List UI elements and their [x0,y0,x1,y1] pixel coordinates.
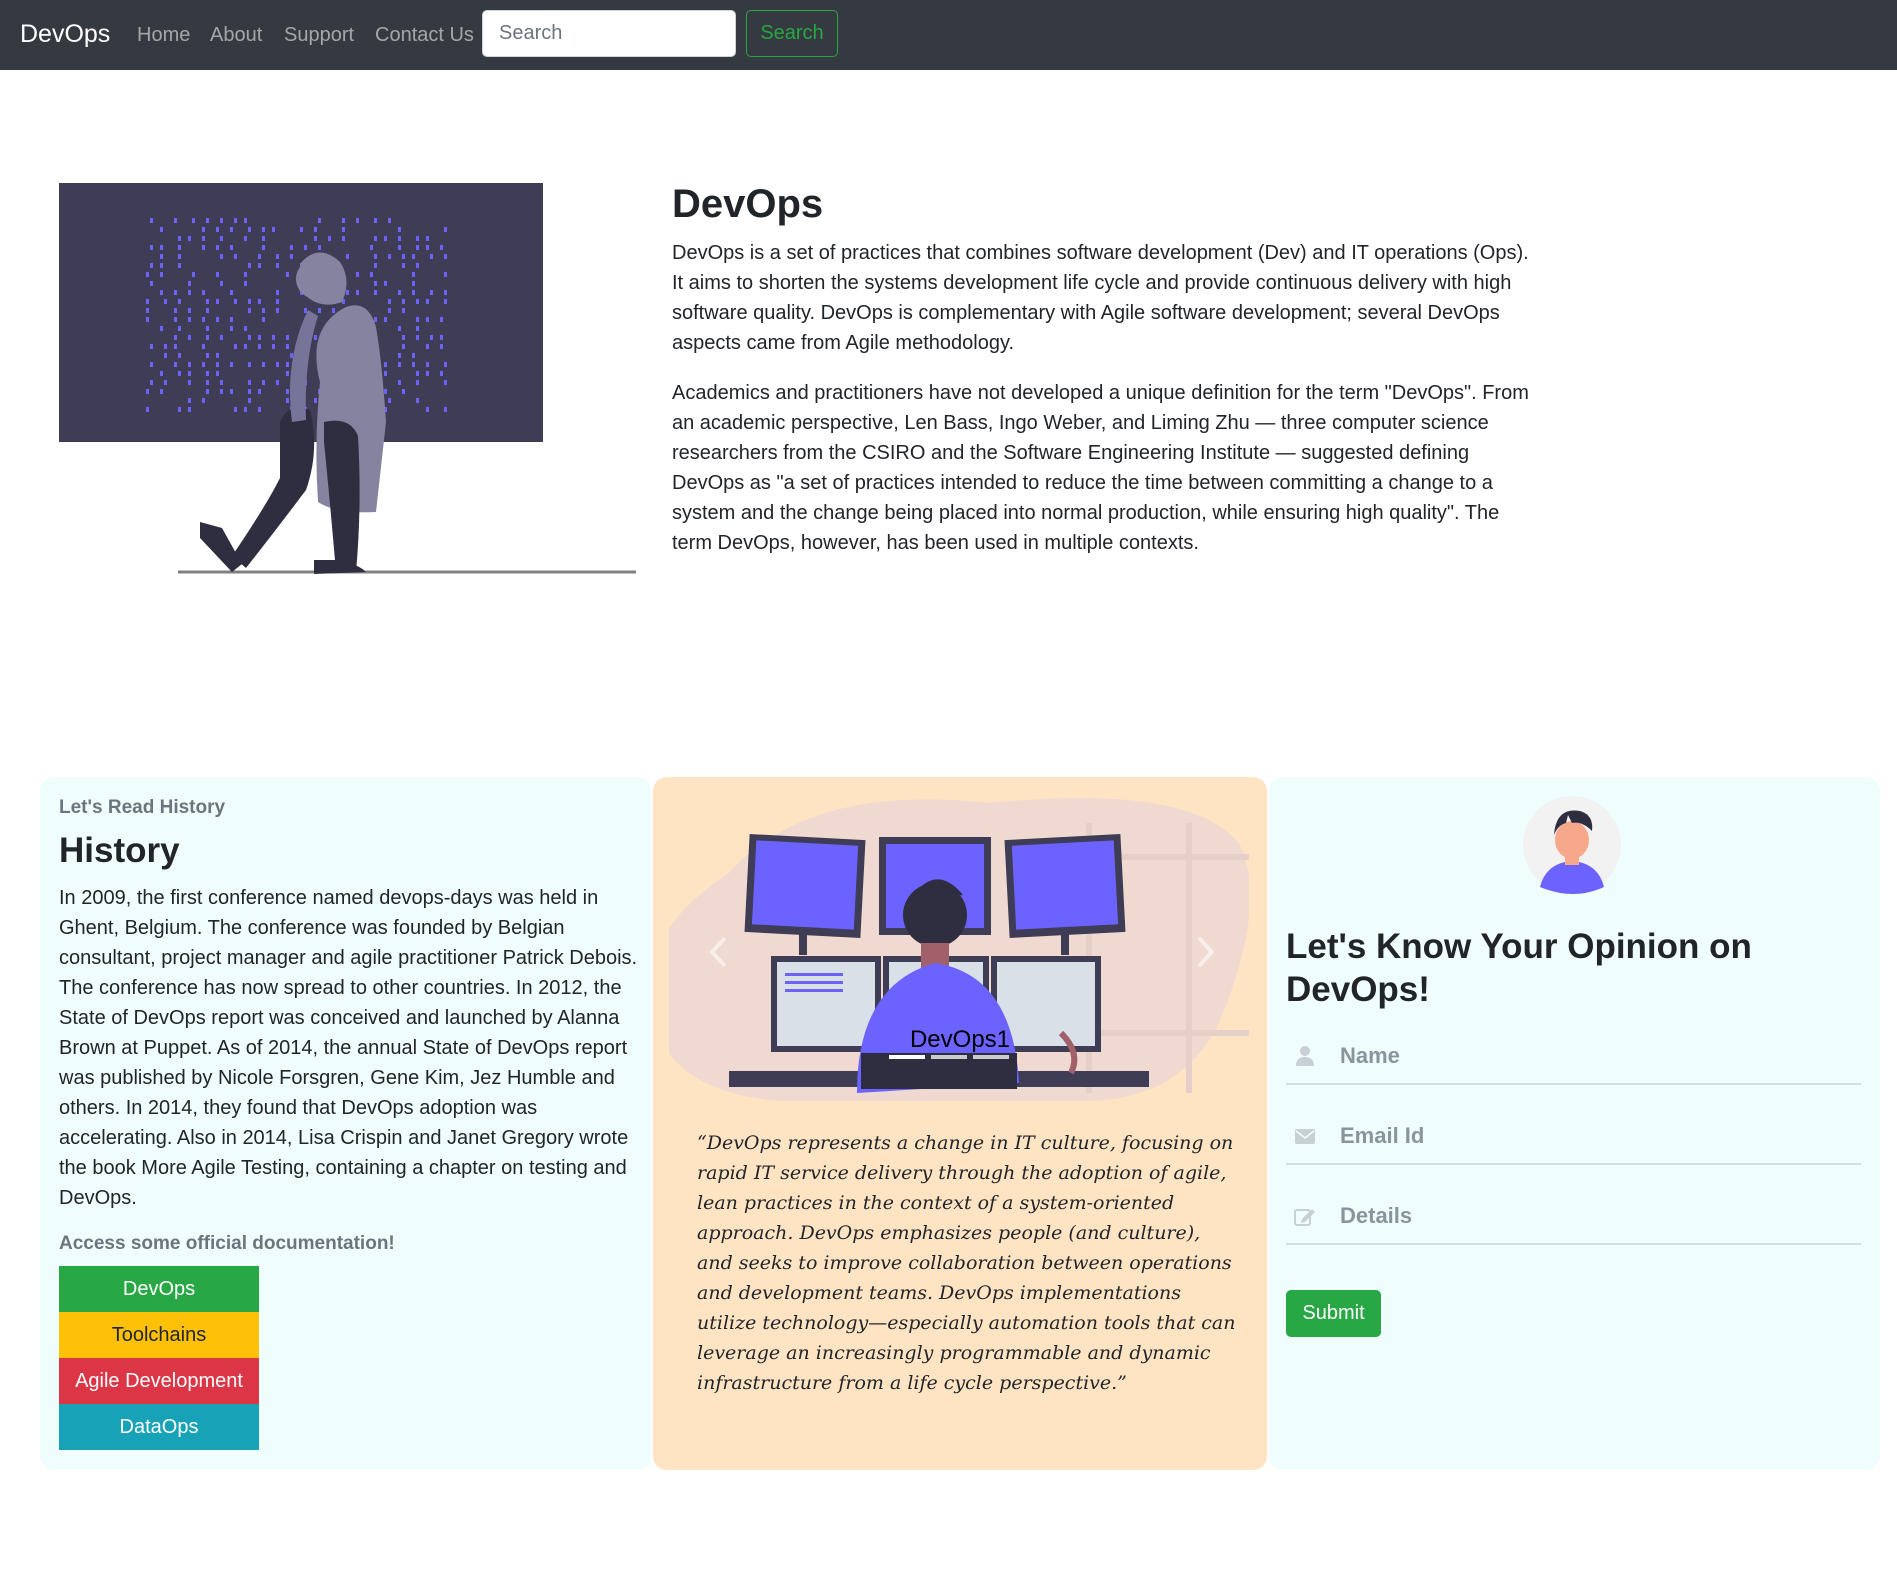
details-input[interactable] [1324,1203,1844,1229]
quote-card: DevOps1 “DevOps represents a change in I… [653,777,1267,1470]
devops-quote: “DevOps represents a change in IT cultur… [697,1132,1236,1394]
top-navbar: DevOps Home About Support Contact Us Sea… [0,0,1897,70]
search-input[interactable] [482,10,736,57]
details-field [1286,1189,1861,1245]
opinion-title: Let's Know Your Opinion on DevOps! [1286,927,1752,1009]
history-subtitle: Let's Read History [59,797,226,818]
nav-link-contact[interactable]: Contact Us [375,24,474,47]
opinion-card: Let's Know Your Opinion on DevOps! Submi… [1269,777,1880,1470]
history-title: History [59,831,180,870]
doc-button-devops[interactable]: DevOps [59,1266,259,1312]
submit-button[interactable]: Submit [1286,1290,1381,1337]
email-input[interactable] [1324,1123,1844,1149]
history-card: Let's Read History History In 2009, the … [40,777,651,1470]
email-field [1286,1109,1861,1165]
doc-button-toolchains[interactable]: Toolchains [59,1312,259,1358]
navbar-brand[interactable]: DevOps [20,20,110,49]
edit-icon [1286,1206,1324,1226]
hero-paragraph-2: Academics and practitioners have not dev… [672,382,1529,554]
hero-paragraph-1: DevOps is a set of practices that combin… [672,242,1529,354]
name-field [1286,1029,1861,1085]
doc-button-dataops[interactable]: DataOps [59,1404,259,1450]
docs-label: Access some official documentation! [59,1233,395,1254]
carousel-slide-image [669,798,1249,1102]
carousel-caption: DevOps1 [909,1026,1011,1053]
user-icon [1286,1046,1324,1066]
chevron-left-icon[interactable] [707,935,729,969]
search-button[interactable]: Search [746,10,838,57]
nav-link-support[interactable]: Support [284,24,354,47]
nav-link-home[interactable]: Home [137,24,190,47]
envelope-icon [1286,1128,1324,1144]
name-input[interactable] [1324,1043,1844,1069]
hero-illustration [59,183,636,574]
chevron-right-icon[interactable] [1195,935,1217,969]
nav-link-about[interactable]: About [210,24,262,47]
doc-button-agile-development[interactable]: Agile Development [59,1358,259,1404]
history-text: In 2009, the first conference named devo… [59,887,638,1209]
avatar-icon [1523,796,1621,894]
hero-title: DevOps [672,182,824,226]
